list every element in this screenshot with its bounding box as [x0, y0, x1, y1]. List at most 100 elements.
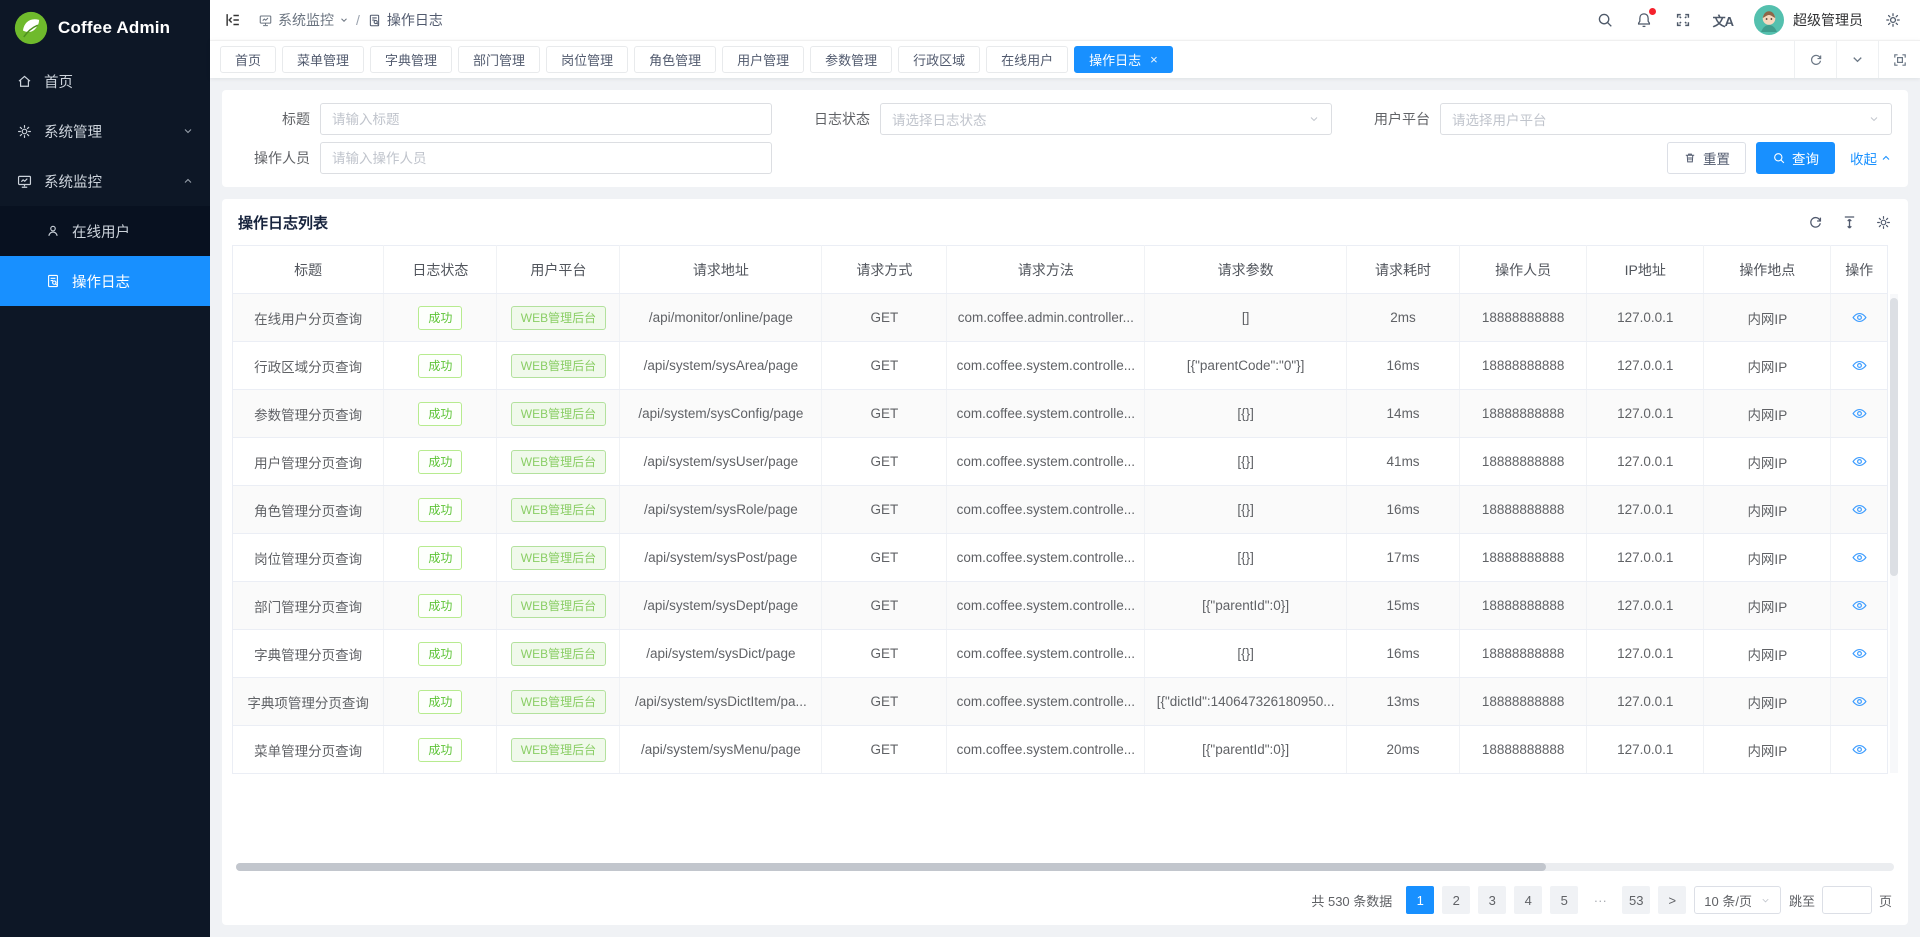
sidebar-item-label: 系统监控 — [44, 171, 102, 192]
tab[interactable]: 行政区域 — [898, 46, 980, 73]
page-jump: 跳至 页 — [1789, 886, 1892, 914]
table-row[interactable]: 菜单管理分页查询 成功 WEB管理后台 /api/system/sysMenu/… — [233, 726, 1888, 774]
cell-handler: com.coffee.system.controlle... — [947, 582, 1145, 630]
tab[interactable]: 部门管理 — [458, 46, 540, 73]
cell-request-method: GET — [822, 726, 947, 774]
title-input[interactable] — [320, 103, 772, 135]
cell-log-status: 成功 — [384, 534, 497, 582]
view-detail-button[interactable] — [1851, 405, 1868, 422]
log-status-select[interactable]: 请选择日志状态 — [880, 103, 1332, 135]
app-logo[interactable]: Coffee Admin — [0, 0, 210, 56]
bell-icon[interactable] — [1635, 11, 1653, 29]
page-button[interactable]: 3 — [1478, 886, 1506, 914]
cell-request-url: /api/system/sysConfig/page — [620, 390, 822, 438]
page-button[interactable]: 53 — [1622, 886, 1650, 914]
sidebar-item-operation-log[interactable]: 操作日志 — [0, 256, 210, 306]
view-detail-button[interactable] — [1851, 597, 1868, 614]
table-row[interactable]: 字典管理分页查询 成功 WEB管理后台 /api/system/sysDict/… — [233, 630, 1888, 678]
next-page-button[interactable]: > — [1658, 886, 1686, 914]
table-row[interactable]: 岗位管理分页查询 成功 WEB管理后台 /api/system/sysPost/… — [233, 534, 1888, 582]
horizontal-scrollbar-thumb[interactable] — [236, 863, 1546, 871]
open-tabs: 首页 菜单管理 字典管理 部门管理 — [210, 41, 1794, 78]
cell-title: 参数管理分页查询 — [233, 390, 384, 438]
search-button[interactable]: 查询 — [1756, 142, 1835, 174]
table-row[interactable]: 行政区域分页查询 成功 WEB管理后台 /api/system/sysArea/… — [233, 342, 1888, 390]
tab[interactable]: 操作日志 × — [1074, 46, 1173, 73]
refresh-icon[interactable] — [1794, 41, 1836, 78]
operator-label: 操作人员 — [238, 148, 310, 168]
status-badge: 成功 — [418, 306, 462, 330]
sidebar-item-system-management[interactable]: 系统管理 — [0, 106, 210, 156]
tab[interactable]: 岗位管理 — [546, 46, 628, 73]
jump-page-input[interactable] — [1822, 886, 1872, 914]
chevron-up-icon — [182, 175, 194, 187]
view-detail-button[interactable] — [1851, 357, 1868, 374]
tab[interactable]: 参数管理 — [810, 46, 892, 73]
sidebar-item-home[interactable]: 首页 — [0, 56, 210, 106]
cell-platform: WEB管理后台 — [497, 438, 620, 486]
close-icon[interactable]: × — [1150, 53, 1158, 66]
tab[interactable]: 字典管理 — [370, 46, 452, 73]
monitor-icon — [16, 173, 33, 190]
table-row[interactable]: 部门管理分页查询 成功 WEB管理后台 /api/system/sysDept/… — [233, 582, 1888, 630]
platform-badge: WEB管理后台 — [511, 498, 606, 522]
view-detail-button[interactable] — [1851, 693, 1868, 710]
page-button[interactable]: 1 — [1406, 886, 1434, 914]
topbar: 系统监控 / 操作日志 文 — [210, 0, 1920, 40]
view-detail-button[interactable] — [1851, 549, 1868, 566]
tab[interactable]: 首页 — [220, 46, 276, 73]
page-button[interactable]: 4 — [1514, 886, 1542, 914]
tab-label: 菜单管理 — [297, 50, 349, 69]
view-detail-button[interactable] — [1851, 309, 1868, 326]
column-settings-icon[interactable] — [1875, 214, 1892, 231]
sidebar-item-online-users[interactable]: 在线用户 — [0, 206, 210, 256]
reset-button[interactable]: 重置 — [1667, 142, 1746, 174]
vertical-scrollbar-thumb[interactable] — [1890, 298, 1898, 576]
menu-fold-icon[interactable] — [224, 11, 242, 29]
refresh-icon[interactable] — [1807, 214, 1824, 231]
user-menu[interactable]: 超级管理员 — [1754, 5, 1863, 35]
page-content: 标题 日志状态 请选择日志状态 用户平台 请选择用户平台 — [210, 78, 1920, 937]
chevron-down-icon[interactable] — [1836, 41, 1878, 78]
sidebar-item-system-monitor[interactable]: 系统监控 — [0, 156, 210, 206]
collapse-filters-link[interactable]: 收起 — [1850, 148, 1892, 168]
pagination-total: 共 530 条数据 — [1311, 891, 1392, 910]
translate-icon[interactable]: 文A — [1713, 11, 1733, 30]
operator-input[interactable] — [320, 142, 772, 174]
table-row[interactable]: 字典项管理分页查询 成功 WEB管理后台 /api/system/sysDict… — [233, 678, 1888, 726]
page-button[interactable]: ··· — [1586, 886, 1614, 914]
tab[interactable]: 菜单管理 — [282, 46, 364, 73]
density-icon[interactable] — [1841, 214, 1858, 231]
platform-badge: WEB管理后台 — [511, 354, 606, 378]
sidebar-item-label: 操作日志 — [72, 271, 130, 292]
eye-icon — [1851, 597, 1868, 614]
table-row[interactable]: 用户管理分页查询 成功 WEB管理后台 /api/system/sysUser/… — [233, 438, 1888, 486]
search-icon[interactable] — [1596, 11, 1614, 29]
tab[interactable]: 在线用户 — [986, 46, 1068, 73]
topbar-actions: 文A 超级管理员 — [1596, 5, 1902, 35]
maximize-icon[interactable] — [1878, 41, 1920, 78]
view-detail-button[interactable] — [1851, 645, 1868, 662]
user-platform-select[interactable]: 请选择用户平台 — [1440, 103, 1892, 135]
cell-location: 内网IP — [1704, 390, 1831, 438]
horizontal-scrollbar[interactable] — [236, 863, 1894, 871]
cell-request-url: /api/system/sysPost/page — [620, 534, 822, 582]
page-button[interactable]: 2 — [1442, 886, 1470, 914]
view-detail-button[interactable] — [1851, 741, 1868, 758]
table-row[interactable]: 角色管理分页查询 成功 WEB管理后台 /api/system/sysRole/… — [233, 486, 1888, 534]
fullscreen-icon[interactable] — [1674, 11, 1692, 29]
page-size-select[interactable]: 10 条/页 — [1694, 886, 1781, 914]
vertical-scrollbar[interactable] — [1890, 294, 1898, 773]
table-row[interactable]: 在线用户分页查询 成功 WEB管理后台 /api/monitor/online/… — [233, 294, 1888, 342]
cell-ip: 127.0.0.1 — [1587, 390, 1704, 438]
breadcrumb-section[interactable]: 系统监控 — [258, 10, 349, 30]
settings-gear-icon[interactable] — [1884, 11, 1902, 29]
chevron-down-icon — [339, 15, 349, 25]
tab[interactable]: 用户管理 — [722, 46, 804, 73]
view-detail-button[interactable] — [1851, 453, 1868, 470]
view-detail-button[interactable] — [1851, 501, 1868, 518]
table-row[interactable]: 参数管理分页查询 成功 WEB管理后台 /api/system/sysConfi… — [233, 390, 1888, 438]
tab[interactable]: 角色管理 — [634, 46, 716, 73]
page-button[interactable]: 5 — [1550, 886, 1578, 914]
eye-icon — [1851, 549, 1868, 566]
